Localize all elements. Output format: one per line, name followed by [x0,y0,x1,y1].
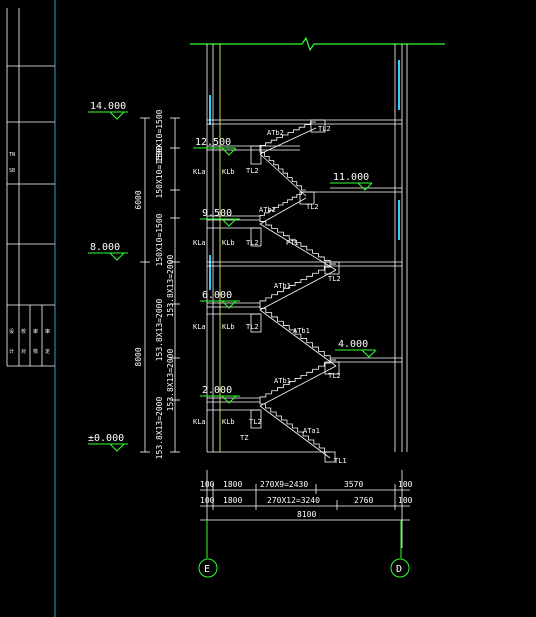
axis-label-d: D [396,564,402,575]
right-wall [394,44,408,452]
dim-label: 1800 [223,496,242,505]
dim-label: 3570 [344,480,363,489]
stair-flights [259,121,337,459]
component-label: TL2 [246,239,259,247]
stair-soffit [259,309,337,367]
component-label: KLb [222,239,235,247]
stair-section-drawing: TN SB 设 校 审 审 计 对 核 定 14.000 12.500 11.0… [6,0,445,617]
dim-label: 100 [398,496,413,505]
stair-flight [259,191,306,218]
component-label: TL1 [334,457,347,465]
beam-marks [250,119,340,463]
dim-label: 100 [200,496,215,505]
elevation-label: 6.000 [202,290,232,301]
dim-label: 8100 [297,510,316,519]
component-label: TL2 [328,275,341,283]
dim-label: 100 [200,480,215,489]
component-label: KLb [222,418,235,426]
axis-lines [198,520,410,578]
component-label: TL2 [249,418,262,426]
title-block-text: 核 [33,348,38,355]
floor-slabs [207,119,402,453]
dim-label: 1800 [223,480,242,489]
dimension-label: 153.8X13=2000 [155,299,164,362]
component-label: KLa [193,239,206,247]
dim-label: 270X12=3240 [267,496,320,505]
elevation-label: 4.000 [338,339,368,350]
component-label: TL2 [246,323,259,331]
title-block-text: 审 [45,328,50,335]
component-label: ATa1 [303,427,320,435]
dimension-label: 6000 [134,190,143,209]
stair-flight [259,148,306,191]
elevation-label: 14.000 [90,101,126,112]
dim-label: 2760 [354,496,373,505]
dimension-label: 150X10=1500 [155,213,164,266]
component-label: KLb [222,323,235,331]
component-label: ATb1 [274,377,291,385]
component-label: TZ [240,434,248,442]
stair-soffit [259,269,337,311]
title-block-text: 设 [9,328,14,335]
stair-soffit [259,153,307,197]
component-label: TL2 [318,125,331,133]
elevation-label: ±0.000 [88,433,124,444]
dimension-label: 153.8X13=2000 [166,255,175,318]
title-block [6,0,56,617]
component-label: ATb2 [259,206,276,214]
elevation-label: 2.000 [202,385,232,396]
elevation-label: 9.500 [202,208,232,219]
title-block-text: TN [9,152,15,158]
elevation-label: 8.000 [90,242,120,253]
elevation-label: 11.000 [333,172,369,183]
dimension-label: 153.8X13=2000 [155,397,164,460]
title-block-text: SB [9,168,15,174]
component-label: KLa [193,323,206,331]
axis-label-e: E [204,564,210,575]
dimension-label: 8000 [134,347,143,366]
component-label: TL2 [328,372,341,380]
title-block-text: 审 [33,328,38,335]
title-block-text: 定 [45,348,50,355]
component-label: ATb1 [274,282,291,290]
component-label: KLb [222,168,235,176]
component-label: ATb2 [267,129,284,137]
dim-label: 270X9=2430 [260,480,308,489]
title-block-text: 对 [21,348,26,355]
component-label: KLa [193,168,206,176]
component-label: ATb1 [293,327,310,335]
component-label: PT1 [286,239,299,247]
title-block-text: 计 [9,348,14,355]
dim-label: 100 [398,480,413,489]
dimension-label: 153.8X13=2000 [166,349,175,412]
elevation-label: 12.500 [195,137,231,148]
component-label: TL2 [306,203,319,211]
component-label: TL2 [246,167,259,175]
title-block-text: 校 [21,328,26,335]
component-label: KLa [193,418,206,426]
stair-flight [259,400,330,453]
dimension-label: 150X10=1500 [155,145,164,198]
